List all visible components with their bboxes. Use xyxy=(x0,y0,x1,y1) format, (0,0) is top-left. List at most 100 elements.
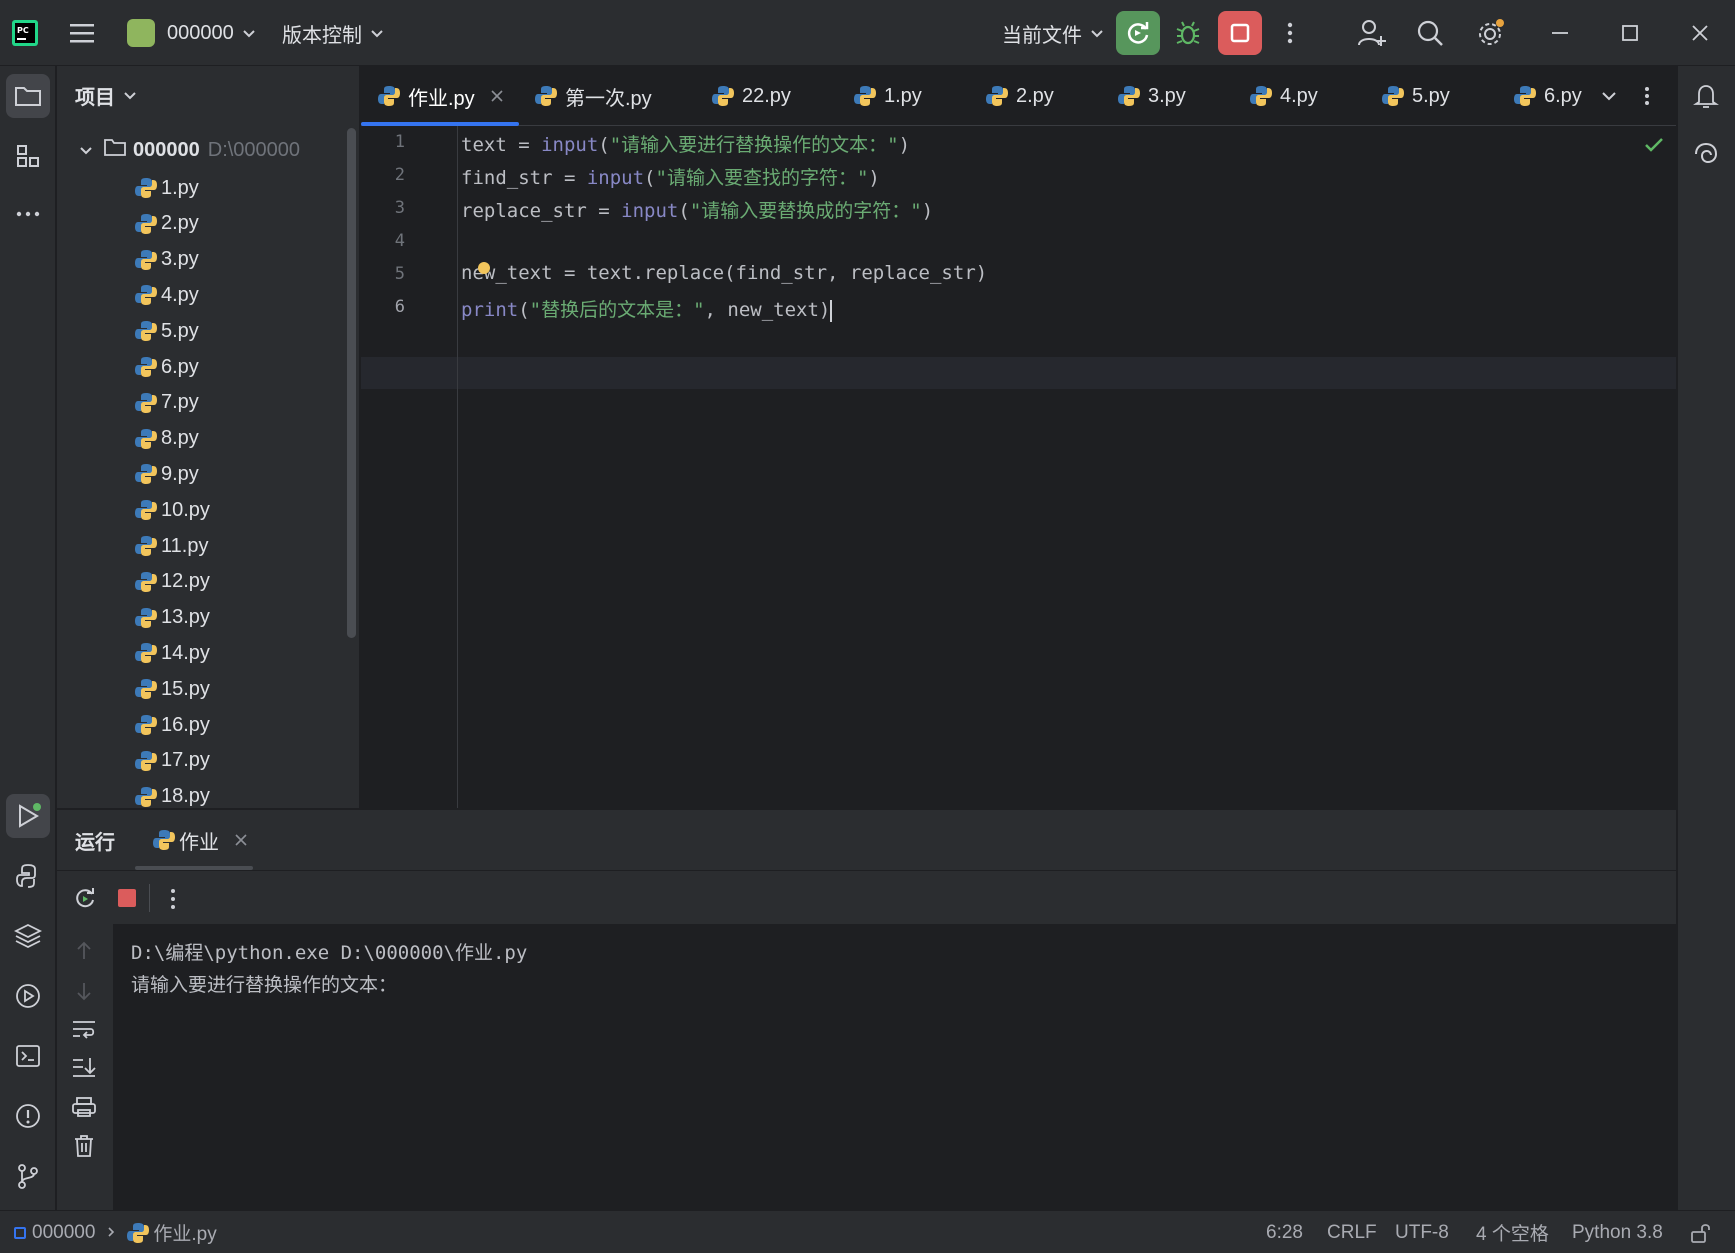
scroll-down-button[interactable] xyxy=(73,980,95,1008)
tree-file-item[interactable]: 8.py xyxy=(135,421,199,457)
code-line-2[interactable]: find_str = input("请输入要查找的字符：") xyxy=(461,163,880,190)
editor-tab[interactable]: 3.py xyxy=(1118,66,1186,126)
app-logo[interactable]: PC xyxy=(12,0,38,66)
editor-tab[interactable]: 5.py xyxy=(1382,66,1450,126)
tree-file-item[interactable]: 18.py xyxy=(135,779,210,808)
project-switcher[interactable]: 000000 xyxy=(127,0,256,66)
stop-button[interactable] xyxy=(1218,11,1262,55)
soft-wrap-button[interactable] xyxy=(71,1018,97,1046)
breadcrumb-project[interactable]: 000000 xyxy=(32,1222,95,1244)
tree-file-item[interactable]: 9.py xyxy=(135,456,199,492)
tree-root[interactable]: 000000 D:\000000 xyxy=(79,132,300,168)
caret-position[interactable]: 6:28 xyxy=(1266,1211,1303,1253)
editor-tab[interactable]: 4.py xyxy=(1250,66,1318,126)
vcs-menu[interactable]: 版本控制 xyxy=(282,0,384,66)
clear-console-button[interactable] xyxy=(73,1134,95,1164)
editor-tab[interactable]: 作业.py xyxy=(378,66,503,126)
services-button[interactable] xyxy=(6,974,50,1018)
lightbulb-icon[interactable] xyxy=(477,258,491,281)
file-encoding[interactable]: UTF-8 xyxy=(1395,1211,1449,1253)
project-scrollbar[interactable] xyxy=(347,128,356,638)
tree-file-item[interactable]: 1.py xyxy=(135,170,199,206)
tree-file-item[interactable]: 11.py xyxy=(135,528,208,564)
editor-tab[interactable]: 第一次.py xyxy=(535,66,652,126)
editor-tab[interactable]: 6.py xyxy=(1514,66,1584,126)
python-icon xyxy=(16,864,36,888)
line-separator[interactable]: CRLF xyxy=(1327,1211,1377,1253)
scroll-up-button[interactable] xyxy=(73,940,95,968)
tree-file-item[interactable]: 10.py xyxy=(135,492,210,528)
tree-file-item[interactable]: 13.py xyxy=(135,600,210,636)
code-line-3[interactable]: replace_str = input("请输入要替换成的字符：") xyxy=(461,196,933,223)
svg-text:PC: PC xyxy=(17,26,29,35)
console-output[interactable]: D:\编程\python.exe D:\000000\作业.py 请输入要进行替… xyxy=(113,924,1676,1211)
debug-button[interactable] xyxy=(1166,11,1210,55)
tab-list-button[interactable] xyxy=(1601,66,1617,126)
run-tab[interactable]: 作业 xyxy=(153,810,247,870)
tree-file-item[interactable]: 4.py xyxy=(135,277,199,313)
run-tool-button[interactable] xyxy=(6,794,50,838)
print-button[interactable] xyxy=(71,1096,97,1124)
tab-more-button[interactable] xyxy=(1643,66,1651,126)
editor-tab[interactable]: 1.py xyxy=(854,66,922,126)
tree-file-item[interactable]: 7.py xyxy=(135,385,199,421)
tree-file-item[interactable]: 12.py xyxy=(135,564,210,600)
tree-file-label: 18.py xyxy=(161,785,210,808)
tree-file-item[interactable]: 14.py xyxy=(135,635,210,671)
read-only-toggle[interactable] xyxy=(1690,1211,1712,1253)
python-file-icon xyxy=(1382,86,1404,106)
project-panel-header[interactable]: 项目 xyxy=(75,66,137,124)
search-icon xyxy=(1417,20,1443,46)
tree-file-item[interactable]: 5.py xyxy=(135,313,199,349)
more-tools-button[interactable] xyxy=(6,192,50,236)
folder-icon xyxy=(103,137,127,163)
python-file-icon xyxy=(135,249,157,270)
code-line-5[interactable]: new_text = text.replace(find_str, replac… xyxy=(461,262,987,284)
tree-file-item[interactable]: 16.py xyxy=(135,707,210,743)
pycharm-logo-icon: PC xyxy=(12,20,38,46)
breadcrumb-file[interactable]: 作业.py xyxy=(153,1219,216,1246)
project-tool-button[interactable] xyxy=(6,74,50,118)
code-line-6[interactable]: print("替换后的文本是：", new_text) xyxy=(461,295,833,322)
tree-file-item[interactable]: 17.py xyxy=(135,743,210,779)
python-packages-button[interactable] xyxy=(6,914,50,958)
git-button[interactable] xyxy=(6,1154,50,1198)
close-icon[interactable] xyxy=(491,85,503,108)
main-menu-button[interactable] xyxy=(68,0,96,66)
close-window-button[interactable] xyxy=(1678,11,1722,55)
tree-file-item[interactable]: 3.py xyxy=(135,242,199,278)
search-everywhere-button[interactable] xyxy=(1408,11,1452,55)
stop-button[interactable] xyxy=(117,888,137,914)
editor-tab[interactable]: 22.py xyxy=(712,66,791,126)
rerun-button[interactable] xyxy=(1116,11,1160,55)
tree-file-item[interactable]: 6.py xyxy=(135,349,199,385)
more-actions-button[interactable] xyxy=(1268,11,1312,55)
settings-button[interactable] xyxy=(1468,11,1512,55)
tree-file-item[interactable]: 15.py xyxy=(135,671,210,707)
indent-setting[interactable]: 4 个空格 xyxy=(1476,1211,1549,1253)
code-line-1[interactable]: text = input("请输入要进行替换操作的文本：") xyxy=(461,130,910,157)
minimize-button[interactable] xyxy=(1538,11,1582,55)
maximize-button[interactable] xyxy=(1608,11,1652,55)
rerun-button[interactable] xyxy=(73,886,97,916)
python-file-icon xyxy=(535,86,557,106)
notifications-button[interactable] xyxy=(1684,74,1728,118)
tree-file-label: 2.py xyxy=(161,212,199,235)
bell-icon xyxy=(1693,85,1719,108)
run-config-selector[interactable]: 当前文件 xyxy=(1002,0,1104,66)
terminal-button[interactable] xyxy=(6,1034,50,1078)
structure-tool-button[interactable] xyxy=(6,134,50,178)
tree-file-item[interactable]: 2.py xyxy=(135,206,199,242)
python-console-button[interactable] xyxy=(6,854,50,898)
python-interpreter[interactable]: Python 3.8 xyxy=(1572,1211,1663,1253)
scroll-to-end-button[interactable] xyxy=(71,1056,97,1084)
run-more-button[interactable] xyxy=(169,888,177,916)
unlock-icon xyxy=(1691,1223,1710,1243)
inspection-ok-icon[interactable] xyxy=(1643,136,1665,160)
close-icon[interactable] xyxy=(235,829,247,852)
code-with-me-button[interactable] xyxy=(1350,11,1394,55)
problems-button[interactable] xyxy=(6,1094,50,1138)
ai-assistant-button[interactable] xyxy=(1684,132,1728,176)
branch-icon xyxy=(18,1164,38,1189)
editor-tab[interactable]: 2.py xyxy=(986,66,1054,126)
